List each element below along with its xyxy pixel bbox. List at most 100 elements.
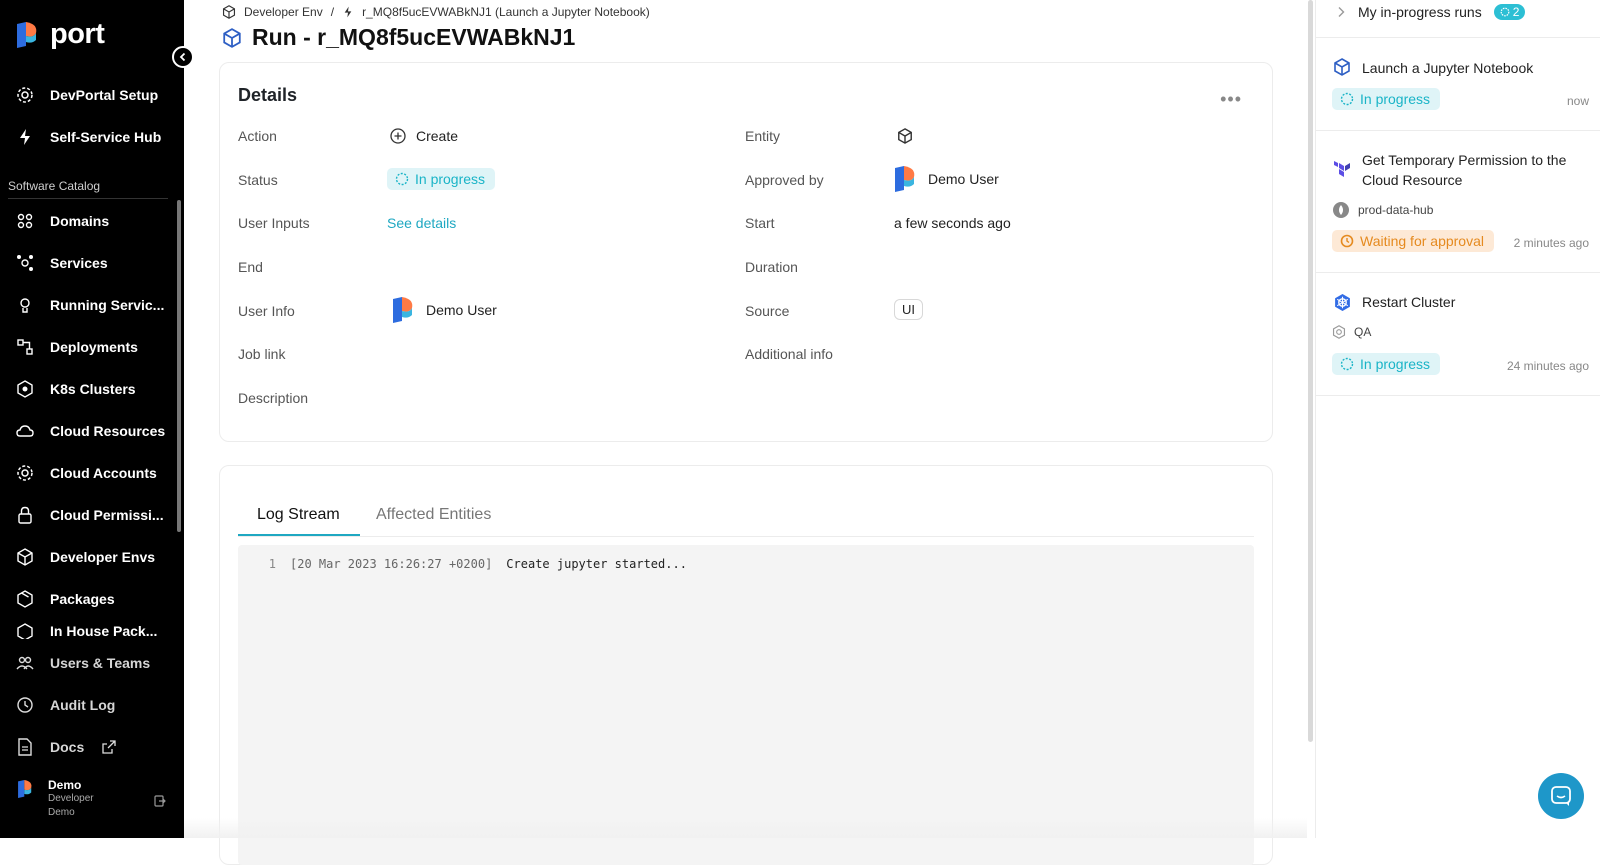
bottom-fade [184, 818, 1307, 838]
terraform-icon [1334, 161, 1350, 177]
in-progress-runs-panel: My in-progress runs 2 Launch a Jupyter N… [1315, 0, 1600, 838]
sidebar-scrollbar[interactable] [177, 200, 181, 532]
main-scrollbar[interactable] [1308, 0, 1313, 742]
value-status: In progress [387, 168, 496, 190]
sidebar-item-developer-envs[interactable]: Developer Envs [0, 539, 176, 575]
sidebar-item-k8s-clusters[interactable]: K8s Clusters [0, 371, 176, 407]
run-title: Get Temporary Permission to the Cloud Re… [1362, 152, 1567, 188]
value-action: Create [390, 128, 458, 144]
sidebar-item-services[interactable]: Services [0, 245, 176, 281]
value-entity[interactable] [897, 128, 913, 144]
cloud-icon [16, 425, 34, 437]
more-options-button[interactable]: ••• [1220, 89, 1242, 110]
running-services-icon [20, 298, 30, 313]
sidebar-item-docs[interactable]: Docs [0, 729, 176, 765]
value-approved-by: Demo User [892, 164, 999, 194]
sidebar-item-users-teams[interactable]: Users & Teams [0, 645, 176, 681]
status-badge: In progress [387, 168, 496, 190]
run-time: 24 minutes ago [1506, 359, 1589, 373]
kubernetes-icon [1335, 294, 1350, 311]
run-title: Launch a Jupyter Notebook [1362, 60, 1534, 76]
breadcrumb-current: r_MQ8f5ucEVWABkNJ1 (Launch a Jupyter Not… [362, 5, 650, 19]
tab-affected-entities[interactable]: Affected Entities [376, 506, 491, 524]
sidebar-item-devportal-setup[interactable]: DevPortal Setup [0, 77, 176, 113]
run-entity: QA [1332, 325, 1371, 339]
tab-log-stream[interactable]: Log Stream [257, 506, 340, 524]
breadcrumb-parent[interactable]: Developer Env [244, 5, 323, 19]
label-user-inputs: User Inputs [238, 215, 310, 231]
bolt-icon [344, 6, 352, 18]
external-link-icon [102, 740, 116, 754]
breadcrumb: Developer Env / r_MQ8f5ucEVWABkNJ1 (Laun… [222, 5, 650, 19]
gear-icon [17, 465, 33, 481]
spinner-icon [1340, 92, 1354, 106]
sidebar-item-label: Cloud Permissi... [50, 507, 164, 523]
sidebar-item-label: Self-Service Hub [50, 129, 162, 145]
run-time: 2 minutes ago [1513, 236, 1589, 250]
sidebar-item-packages[interactable]: Packages [0, 581, 176, 617]
run-item[interactable]: Get Temporary Permission to the Cloud Re… [1316, 131, 1600, 273]
sidebar-item-label: Packages [50, 591, 115, 607]
collapse-sidebar-button[interactable] [172, 46, 194, 68]
value-start: a few seconds ago [894, 215, 1011, 231]
avatar [18, 780, 32, 798]
docs-icon [18, 738, 32, 756]
port-logo[interactable]: port [14, 18, 105, 51]
label-approved-by: Approved by [745, 172, 824, 188]
run-item[interactable]: Restart Cluster QA In progress 24 minute… [1316, 273, 1600, 396]
details-card: Details ••• Action Create Status In prog… [219, 62, 1273, 442]
section-divider [8, 198, 168, 199]
sidebar-item-cloud-permissions[interactable]: Cloud Permissi... [0, 497, 176, 533]
users-icon [16, 656, 34, 670]
cube-icon [1334, 58, 1350, 76]
sidebar-item-cloud-resources[interactable]: Cloud Resources [0, 413, 176, 449]
label-action: Action [238, 128, 277, 144]
sidebar-item-label: Cloud Accounts [50, 465, 157, 481]
cube-icon [223, 27, 241, 48]
sidebar-item-label: K8s Clusters [50, 381, 136, 397]
sidebar-item-self-service-hub[interactable]: Self-Service Hub [0, 119, 176, 155]
sidebar-item-running-services[interactable]: Running Servic... [0, 287, 176, 323]
user-profile[interactable]: Demo Developer Demo [16, 778, 94, 820]
run-status-badge: In progress [1332, 353, 1441, 375]
status-text: In progress [415, 171, 486, 187]
sidebar-item-audit-log[interactable]: Audit Log [0, 687, 176, 723]
cube-icon [898, 128, 912, 144]
run-entity-name: QA [1354, 325, 1372, 339]
user-role: Developer [48, 793, 94, 804]
spinner-icon [1340, 357, 1354, 371]
sidebar-item-domains[interactable]: Domains [0, 203, 176, 239]
run-status-text: Waiting for approval [1360, 233, 1484, 249]
user-org: Demo [48, 807, 75, 818]
run-item[interactable]: Launch a Jupyter Notebook In progress no… [1316, 38, 1600, 131]
approved-by-name: Demo User [928, 171, 999, 187]
sidebar-item-label: Services [50, 255, 108, 271]
sidebar-item-deployments[interactable]: Deployments [0, 329, 176, 365]
sidebar-item-cloud-accounts[interactable]: Cloud Accounts [0, 455, 176, 491]
sidebar-item-in-house-packages[interactable]: In House Pack... [0, 623, 176, 639]
sidebar-item-label: In House Pack... [50, 623, 158, 639]
runs-panel-header[interactable]: My in-progress runs 2 [1336, 4, 1526, 20]
sidebar-item-label: Deployments [50, 339, 138, 355]
label-duration: Duration [745, 259, 798, 275]
services-icon [17, 255, 33, 271]
kubernetes-icon [17, 380, 33, 398]
run-time: now [1566, 94, 1589, 108]
log-line: 1 [20 Mar 2023 16:26:27 +0200] Create ju… [258, 557, 687, 571]
label-job-link: Job link [238, 346, 286, 362]
chat-support-button[interactable] [1538, 773, 1584, 819]
label-source: Source [745, 303, 790, 319]
log-card: Log Stream Affected Entities 1 [20 Mar 2… [219, 465, 1273, 865]
avatar [895, 166, 915, 192]
log-stream-area[interactable]: 1 [20 Mar 2023 16:26:27 +0200] Create ju… [238, 545, 1254, 865]
database-icon [1333, 202, 1349, 218]
see-details-link[interactable]: See details [387, 215, 456, 231]
label-description: Description [238, 390, 309, 406]
breadcrumb-separator: / [330, 5, 335, 19]
value-source: UI [894, 299, 923, 320]
avatar [393, 297, 413, 323]
run-status-badge: In progress [1332, 88, 1441, 110]
action-text: Create [416, 128, 459, 144]
log-message: Create jupyter started... [506, 557, 687, 571]
logout-icon[interactable] [154, 795, 166, 807]
